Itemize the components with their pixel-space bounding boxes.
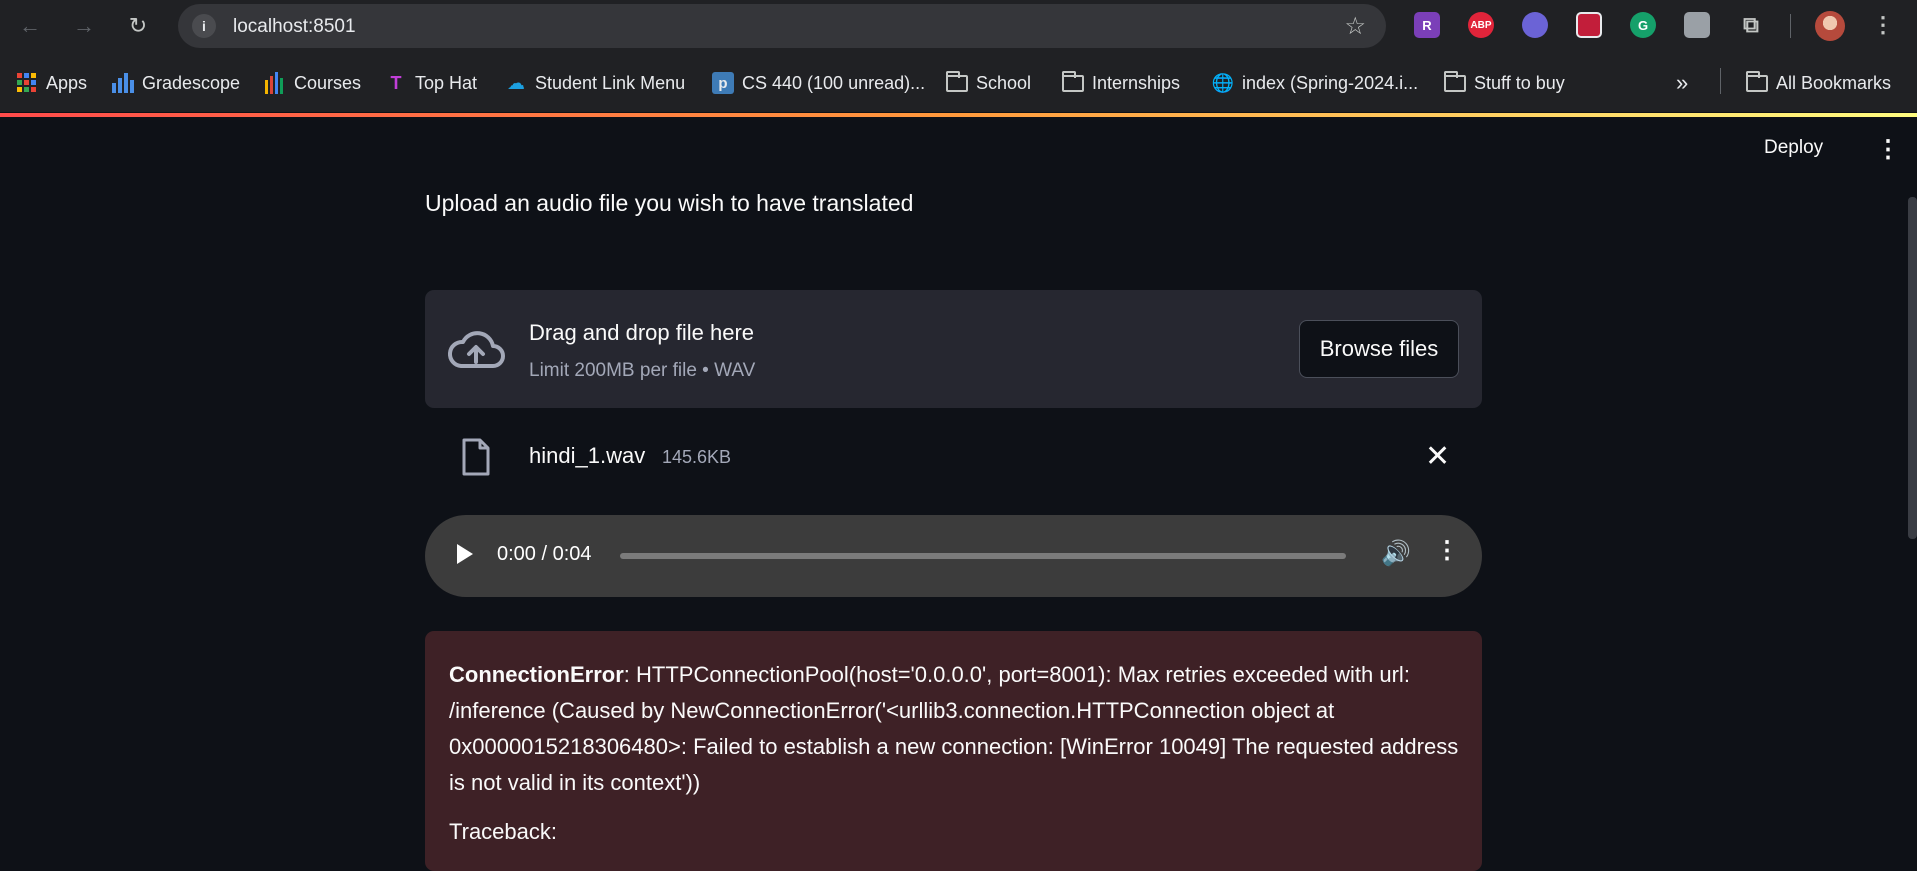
audio-player[interactable]: 0:00 / 0:04 🔊 ⋮ [425, 515, 1482, 597]
bookmark-courses[interactable]: Courses [264, 69, 361, 97]
volume-icon[interactable]: 🔊 [1381, 539, 1411, 568]
uploaded-file-size: 145.6KB [662, 447, 732, 467]
bookmarks-bar: Apps Gradescope Courses T Top Hat ☁ Stud… [0, 52, 1917, 112]
salesforce-cloud-icon: ☁ [507, 72, 525, 93]
courses-icon [264, 72, 286, 94]
bookmark-label: Internships [1092, 72, 1181, 93]
bookmark-school[interactable]: School [946, 69, 1031, 97]
deploy-button[interactable]: Deploy [1764, 137, 1823, 159]
more-bookmarks-chevron-icon[interactable]: » [1676, 69, 1688, 97]
site-info-icon[interactable]: i [192, 14, 216, 38]
globe-icon: 🌐 [1211, 72, 1235, 93]
bookmark-cs440[interactable]: p CS 440 (100 unread)... [712, 69, 925, 97]
extension-notes-icon[interactable] [1522, 12, 1548, 38]
gradescope-icon [112, 72, 134, 94]
bookmark-label: Student Link Menu [535, 72, 686, 93]
reload-icon[interactable]: ↻ [122, 10, 154, 42]
bookmark-label: School [976, 72, 1032, 93]
error-message: ConnectionError: HTTPConnectionPool(host… [449, 657, 1469, 801]
profile-avatar[interactable] [1815, 11, 1845, 41]
dropzone-instructions: Drag and drop file here [529, 320, 755, 345]
page-scrollbar[interactable] [1908, 197, 1917, 539]
bookmark-label: Courses [294, 72, 362, 93]
url-text[interactable]: localhost:8501 [233, 16, 356, 38]
audio-options-icon[interactable]: ⋮ [1435, 536, 1459, 565]
app-menu-icon[interactable]: ⋮ [1876, 135, 1900, 164]
dropzone-limit-text: Limit 200MB per file • WAV [529, 360, 756, 381]
uploader-label: Upload an audio file you wish to have tr… [425, 190, 914, 216]
adblock-plus-icon[interactable]: ABP [1468, 12, 1494, 38]
folder-icon [946, 70, 968, 94]
traceback-label: Traceback: [449, 819, 558, 844]
grammarly-icon[interactable]: G [1630, 12, 1656, 38]
audio-progress-slider[interactable] [620, 553, 1346, 559]
bookmark-star-icon[interactable]: ☆ [1344, 12, 1366, 41]
bookmark-stuff-to-buy[interactable]: Stuff to buy [1444, 69, 1565, 97]
browser-menu-icon[interactable]: ⋮ [1872, 12, 1894, 38]
bookmark-tophat[interactable]: T Top Hat [385, 69, 478, 97]
file-icon [462, 438, 490, 476]
bookmark-apps[interactable]: Apps [16, 69, 87, 97]
bookmark-label: Stuff to buy [1474, 72, 1565, 93]
toolbar-divider [1790, 14, 1791, 38]
error-box: ConnectionError: HTTPConnectionPool(host… [425, 631, 1482, 871]
tophat-icon: T [390, 72, 402, 93]
extension-red-square-icon[interactable] [1576, 12, 1602, 38]
piazza-icon: p [712, 72, 734, 94]
audio-time: 0:00 / 0:04 [497, 543, 592, 565]
bookmark-label: Top Hat [415, 72, 478, 93]
bookmark-label: Gradescope [142, 72, 241, 93]
bookmark-internships[interactable]: Internships [1062, 69, 1180, 97]
bookmarks-divider [1720, 68, 1721, 94]
folder-icon [1062, 70, 1084, 94]
app-main: Deploy ⋮ Upload an audio file you wish t… [0, 117, 1917, 871]
forward-arrow-icon[interactable]: → [68, 10, 100, 42]
apps-grid-icon [16, 72, 38, 94]
uploaded-file-name: hindi_1.wav [529, 443, 646, 468]
uploaded-file-row: hindi_1.wav 145.6KB ✕ [425, 435, 1482, 495]
remove-file-close-icon[interactable]: ✕ [1425, 439, 1450, 474]
bookmark-student-link[interactable]: ☁ Student Link Menu [505, 69, 685, 97]
bookmark-gradescope[interactable]: Gradescope [112, 69, 240, 97]
bookmark-index[interactable]: 🌐 index (Spring-2024.i... [1212, 69, 1418, 97]
extension-gray-icon[interactable] [1684, 12, 1710, 38]
upload-cloud-icon [448, 331, 505, 368]
browser-toolbar: ← → ↻ i localhost:8501 ☆ R ABP G ⧉ ⋮ [0, 0, 1917, 52]
folder-icon [1746, 70, 1768, 94]
folder-icon [1444, 70, 1466, 94]
back-arrow-icon[interactable]: ← [14, 10, 46, 42]
bookmark-label: All Bookmarks [1776, 72, 1892, 93]
bookmark-label: Apps [46, 72, 88, 93]
extension-r-icon[interactable]: R [1414, 12, 1440, 38]
play-icon[interactable] [457, 544, 473, 564]
error-type: ConnectionError [449, 662, 624, 687]
browse-files-button[interactable]: Browse files [1299, 320, 1459, 378]
bookmark-label: index (Spring-2024.i... [1242, 72, 1419, 93]
file-dropzone[interactable]: Drag and drop file here Limit 200MB per … [425, 290, 1482, 408]
extensions-puzzle-icon[interactable]: ⧉ [1738, 12, 1764, 38]
bookmark-label: CS 440 (100 unread)... [742, 72, 926, 93]
bookmark-all-bookmarks[interactable]: All Bookmarks [1746, 69, 1891, 97]
address-bar[interactable]: i localhost:8501 ☆ [178, 4, 1386, 48]
